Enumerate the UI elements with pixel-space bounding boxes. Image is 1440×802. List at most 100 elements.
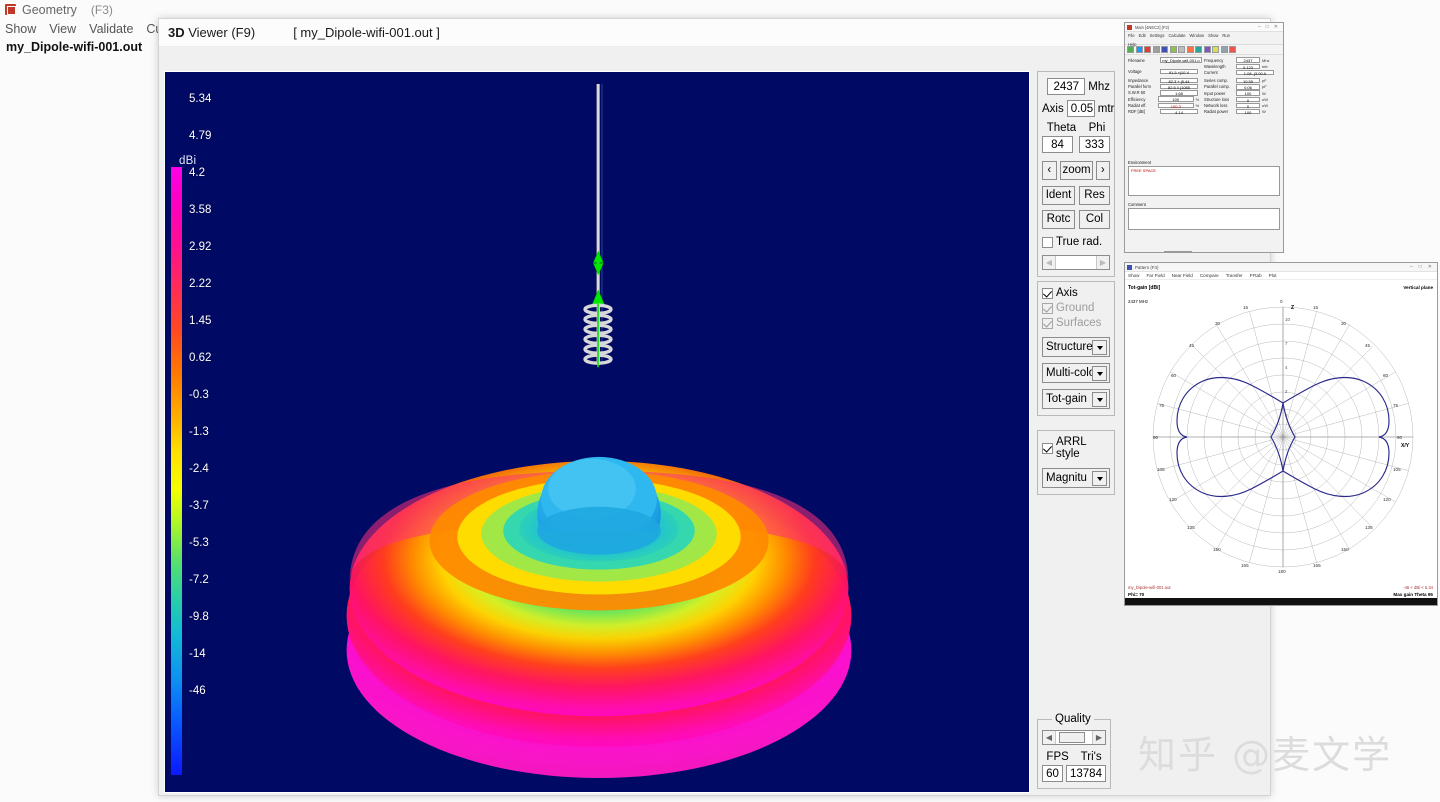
true-rad-row[interactable]: True rad. bbox=[1042, 236, 1110, 248]
efficiency-value: 100 bbox=[1158, 96, 1194, 102]
axis-check-label: Axis bbox=[1056, 287, 1078, 299]
magnitude-select[interactable]: Magnitu bbox=[1042, 468, 1110, 488]
surfaces-checkbox[interactable] bbox=[1042, 317, 1053, 329]
chevron-down-icon[interactable] bbox=[1092, 471, 1107, 486]
toolbar-nearfield-icon[interactable] bbox=[1212, 46, 1219, 53]
toolbar-settings-icon[interactable] bbox=[1220, 46, 1228, 53]
geometry-menu-view[interactable]: View bbox=[49, 22, 76, 36]
main-app-icon bbox=[1127, 24, 1132, 30]
viewer-title-rest: Viewer (F9) bbox=[184, 25, 256, 40]
theta-input[interactable]: 84 bbox=[1042, 136, 1073, 153]
chevron-down-icon[interactable] bbox=[1092, 392, 1107, 407]
colorbar-tick: -14 bbox=[189, 648, 206, 660]
pattern-menubar[interactable]: Show Far Field Near Field Compare Transf… bbox=[1125, 272, 1437, 280]
segs-patches-label: Seg's/patches bbox=[1128, 252, 1162, 253]
axis-input[interactable]: 0.05 bbox=[1066, 100, 1095, 117]
toolbar-stop-icon[interactable] bbox=[1229, 46, 1236, 53]
pattern-menu-show[interactable]: Show bbox=[1128, 273, 1140, 278]
main-menu-edit[interactable]: Edit bbox=[1139, 33, 1146, 38]
true-rad-checkbox[interactable] bbox=[1042, 236, 1053, 248]
pattern-menu-plot[interactable]: Plot bbox=[1269, 273, 1277, 278]
main-menu-show[interactable]: Show bbox=[1208, 33, 1218, 38]
pattern-menu-farfield[interactable]: Far Field bbox=[1147, 273, 1165, 278]
wavelength-row: Wavelength 0.123 mtr bbox=[1204, 63, 1280, 70]
axis-checkbox[interactable] bbox=[1042, 287, 1053, 299]
toolbar-optimize-icon[interactable] bbox=[1195, 46, 1202, 53]
arrl-style-row[interactable]: ARRL style bbox=[1042, 436, 1110, 460]
true-rad-slider[interactable]: ◀ ▶ bbox=[1042, 255, 1110, 270]
geometry-menu-validate[interactable]: Validate bbox=[89, 22, 133, 36]
helical-coil bbox=[583, 303, 613, 368]
zoom-in-button[interactable]: › bbox=[1095, 161, 1110, 180]
pattern-titlebar[interactable]: Pattern (F4) – □ ✕ bbox=[1125, 263, 1437, 272]
chevron-down-icon[interactable] bbox=[1092, 366, 1107, 381]
toolbar-sweep-icon[interactable] bbox=[1186, 46, 1194, 53]
main-maximize-button[interactable]: □ bbox=[1266, 24, 1269, 30]
toolbar-pattern-icon[interactable] bbox=[1161, 46, 1168, 53]
surfaces-check-row[interactable]: Surfaces bbox=[1042, 317, 1110, 329]
status-left: Seg's/patches 466 Pattern lines 5329 Fre… bbox=[1128, 251, 1198, 253]
ground-checkbox[interactable] bbox=[1042, 302, 1053, 314]
pattern-close-button[interactable]: ✕ bbox=[1428, 264, 1432, 270]
colorbar-tick: 4.79 bbox=[189, 130, 212, 142]
col-button[interactable]: Col bbox=[1079, 210, 1110, 229]
toolbar-data-icon[interactable] bbox=[1178, 46, 1185, 53]
main-window-titlebar[interactable]: Main [4NEC2] (F2) – □ ✕ bbox=[1125, 23, 1283, 32]
main-close-button[interactable]: ✕ bbox=[1274, 24, 1278, 30]
color-mode-select[interactable]: Multi-colo bbox=[1042, 363, 1110, 383]
colorbar-tick: 1.45 bbox=[189, 315, 212, 327]
series-comp-unit: pF bbox=[1262, 78, 1267, 84]
phi-input[interactable]: 333 bbox=[1079, 136, 1110, 153]
main-menu-run[interactable]: Run bbox=[1222, 33, 1230, 38]
pattern-menu-nearfield[interactable]: Near Field bbox=[1172, 273, 1193, 278]
radiat-power-row: Radiat power 100 W bbox=[1204, 108, 1280, 115]
angle-label-105: 105 bbox=[1393, 467, 1401, 472]
pattern-menu-fftab[interactable]: FFtab bbox=[1250, 273, 1262, 278]
zoom-out-button[interactable]: ‹ bbox=[1042, 161, 1057, 180]
3d-render-canvas[interactable]: dBi 5.34 4.79 4.2 3.58 2.92 2.22 1.45 0.… bbox=[164, 71, 1030, 793]
toolbar-edit-icon[interactable] bbox=[1135, 46, 1143, 53]
main-menu-file[interactable]: File bbox=[1128, 33, 1135, 38]
main-menu-settings[interactable]: Settings bbox=[1150, 33, 1165, 38]
main-menu-calculate[interactable]: Calculate bbox=[1168, 33, 1185, 38]
pattern-app-icon bbox=[1127, 264, 1132, 270]
chevron-down-icon[interactable] bbox=[1092, 340, 1107, 355]
quality-slider[interactable]: ◀ ▶ bbox=[1042, 730, 1106, 745]
arrl-style-checkbox[interactable] bbox=[1042, 442, 1053, 454]
pattern-minimize-button[interactable]: – bbox=[1410, 264, 1413, 270]
quality-slider-left-arrow[interactable]: ◀ bbox=[1043, 731, 1056, 744]
ident-button[interactable]: Ident bbox=[1042, 186, 1075, 205]
filename-value[interactable]: my_Dipole-wifi-001.o bbox=[1160, 57, 1202, 63]
frequency-input[interactable]: 2437 bbox=[1047, 78, 1086, 95]
toolbar-3d-icon[interactable] bbox=[1169, 46, 1177, 53]
main-menu-window[interactable]: Window bbox=[1190, 33, 1205, 38]
main-menubar[interactable]: File Edit Settings Calculate Window Show… bbox=[1125, 32, 1283, 47]
comment-box[interactable] bbox=[1128, 208, 1280, 230]
toolbar-open-icon[interactable] bbox=[1127, 46, 1134, 53]
theta-label: Theta bbox=[1046, 122, 1077, 134]
axis-check-row[interactable]: Axis bbox=[1042, 287, 1110, 299]
viewer-titlebar[interactable]: 3D Viewer (F9) [ my_Dipole-wifi-001.out … bbox=[159, 19, 1270, 47]
viewer-body: dBi 5.34 4.79 4.2 3.58 2.92 2.22 1.45 0.… bbox=[159, 47, 1270, 795]
frequency-value-main[interactable]: 2437 bbox=[1236, 57, 1260, 63]
main-window[interactable]: Main [4NEC2] (F2) – □ ✕ File Edit Settin… bbox=[1124, 22, 1284, 253]
ground-check-row[interactable]: Ground bbox=[1042, 302, 1110, 314]
toolbar-geometry-icon[interactable] bbox=[1152, 46, 1160, 53]
main-minimize-button[interactable]: – bbox=[1258, 24, 1261, 30]
toolbar-smith-icon[interactable] bbox=[1203, 46, 1211, 53]
quality-slider-thumb[interactable] bbox=[1059, 732, 1085, 743]
pattern-menu-transfer[interactable]: Transfer bbox=[1226, 273, 1243, 278]
pattern-window[interactable]: Pattern (F4) – □ ✕ Show Far Field Near F… bbox=[1124, 262, 1438, 606]
res-button[interactable]: Res bbox=[1079, 186, 1110, 205]
quality-slider-right-arrow[interactable]: ▶ bbox=[1092, 731, 1105, 744]
slider-left-arrow[interactable]: ◀ bbox=[1043, 256, 1056, 269]
geometry-menu-show[interactable]: Show bbox=[5, 22, 36, 36]
slider-right-arrow[interactable]: ▶ bbox=[1096, 256, 1109, 269]
polar-plot[interactable]: 0 15 30 45 60 75 90 105 120 135 150 165 … bbox=[1135, 297, 1431, 577]
rotc-button[interactable]: Rotc bbox=[1042, 210, 1075, 229]
pattern-menu-compare[interactable]: Compare bbox=[1200, 273, 1219, 278]
toolbar-run-icon[interactable] bbox=[1144, 46, 1151, 53]
structure-select[interactable]: Structure bbox=[1042, 337, 1110, 357]
gain-type-select[interactable]: Tot-gain bbox=[1042, 389, 1110, 409]
pattern-maximize-button[interactable]: □ bbox=[1419, 264, 1422, 270]
